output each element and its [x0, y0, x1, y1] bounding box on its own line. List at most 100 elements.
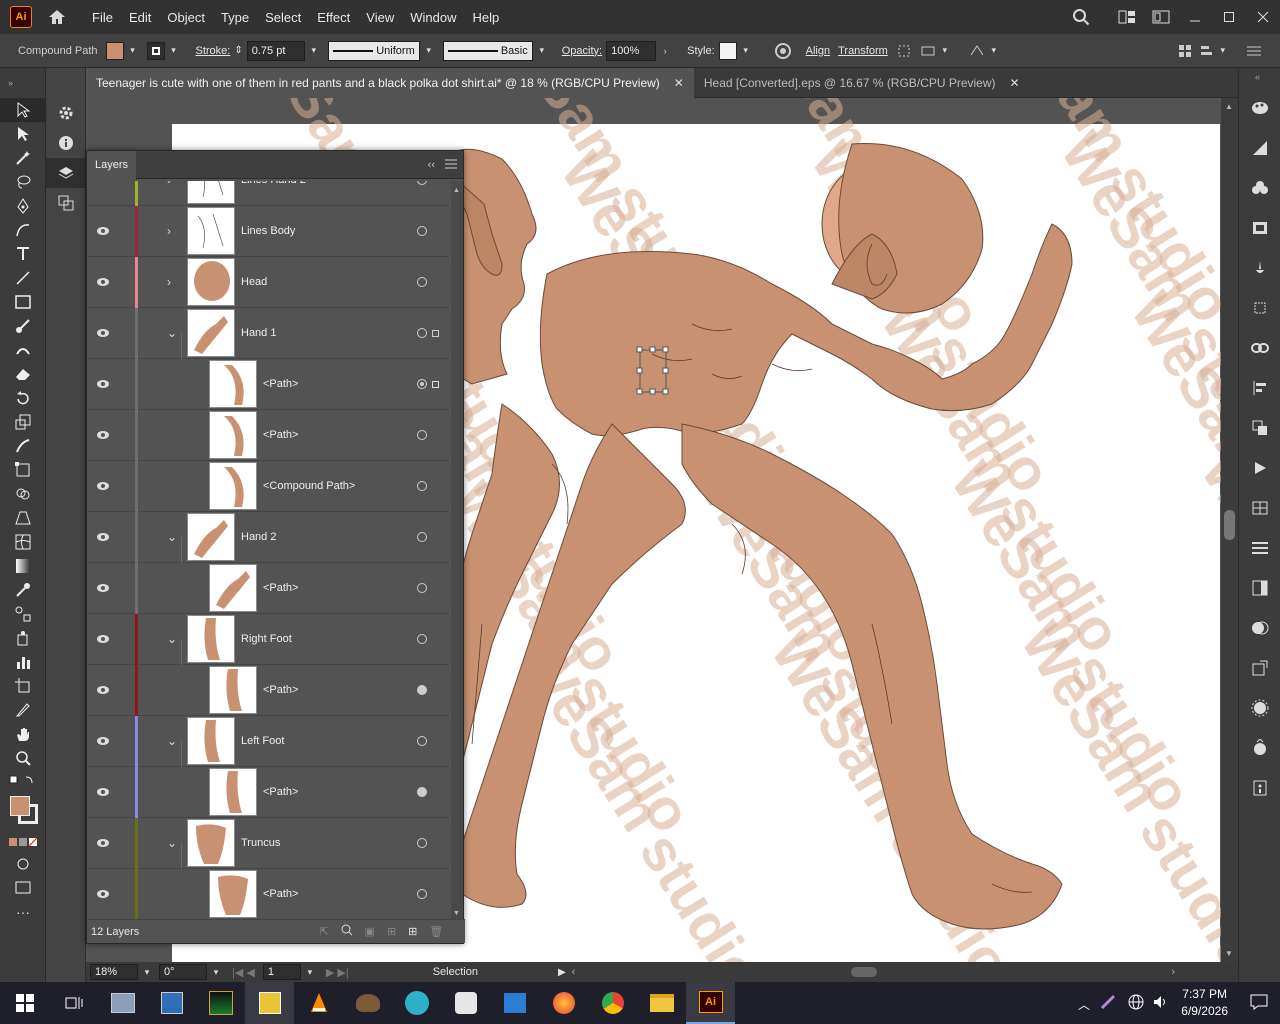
layer-row[interactable]: <Path> — [87, 563, 449, 614]
visibility-eye-icon[interactable] — [95, 631, 111, 647]
chevron-down-icon[interactable]: ⌄ — [167, 326, 179, 340]
target-circle-icon[interactable] — [417, 583, 427, 593]
illustrator-taskbar-icon[interactable]: Ai — [686, 982, 735, 1024]
chevron-down-icon[interactable]: ▾ — [423, 45, 435, 57]
scroll-left-icon[interactable]: ‹ — [572, 966, 576, 978]
distribute-icon[interactable]: ▾ — [920, 43, 951, 59]
snipping-tool-icon[interactable] — [147, 982, 196, 1024]
chevron-down-icon[interactable]: ▾ — [308, 45, 320, 57]
last-artboard-icon[interactable]: ▶ ▶| — [326, 966, 349, 979]
visibility-eye-icon[interactable] — [95, 529, 111, 545]
scroll-down-icon[interactable]: ▼ — [1225, 949, 1233, 958]
menu-select[interactable]: Select — [257, 10, 309, 25]
collapse-icon[interactable]: « — [1239, 68, 1280, 88]
target-circle-icon[interactable] — [417, 838, 427, 848]
zoom-tool-icon[interactable] — [0, 746, 46, 770]
transform-link[interactable]: Transform — [838, 45, 888, 57]
horizontal-scroll-thumb[interactable] — [851, 967, 878, 977]
layer-name[interactable]: <Compound Path> — [263, 480, 355, 492]
draw-mode-icon[interactable] — [0, 852, 46, 876]
target-circle-icon[interactable] — [417, 328, 427, 338]
visibility-eye-icon[interactable] — [95, 682, 111, 698]
menu-object[interactable]: Object — [159, 10, 213, 25]
info-icon[interactable] — [46, 128, 85, 158]
layer-row[interactable]: <Path> — [87, 869, 449, 920]
chevron-down-icon[interactable]: ▾ — [210, 966, 222, 978]
menu-type[interactable]: Type — [213, 10, 257, 25]
collapse-panel-icon[interactable]: ‹‹ — [428, 159, 435, 171]
panel-menu-icon[interactable] — [445, 158, 457, 172]
chevron-down-icon[interactable]: ▾ — [141, 966, 153, 978]
shape-builder-tool-icon[interactable] — [0, 482, 46, 506]
menu-window[interactable]: Window — [402, 10, 464, 25]
layers-tab[interactable]: Layers — [87, 150, 137, 179]
column-graph-tool-icon[interactable] — [0, 650, 46, 674]
chevron-down-icon[interactable]: ▾ — [536, 45, 548, 57]
opacity-label[interactable]: Opacity: — [562, 45, 602, 57]
swap-fill-stroke-icon[interactable] — [0, 770, 46, 792]
layers-scrollbar[interactable]: ▲ ▼ — [451, 181, 463, 921]
stroke-weight-field[interactable]: 0.75 pt — [246, 40, 305, 61]
direct-selection-tool-icon[interactable] — [0, 122, 46, 146]
character-icon[interactable] — [1239, 488, 1280, 528]
target-circle-icon[interactable] — [417, 430, 427, 440]
paintbrush-tool-icon[interactable] — [0, 314, 46, 338]
rotate-tool-icon[interactable] — [0, 386, 46, 410]
brush-definition[interactable]: Basic — [442, 40, 533, 61]
scroll-up-icon[interactable]: ▲ — [1225, 102, 1233, 111]
menu-edit[interactable]: Edit — [121, 10, 159, 25]
recolor-icon[interactable] — [774, 42, 792, 60]
menu-file[interactable]: File — [84, 10, 121, 25]
artboards-icon[interactable] — [46, 188, 85, 218]
lasso-tool-icon[interactable] — [0, 170, 46, 194]
layer-name[interactable]: <Path> — [263, 378, 298, 390]
scroll-right-icon[interactable]: › — [1171, 966, 1175, 978]
graphic-styles-icon[interactable] — [1239, 728, 1280, 768]
maximize-icon[interactable] — [1214, 2, 1244, 32]
shaper-tool-icon[interactable] — [0, 338, 46, 362]
close-tab-icon[interactable]: ✕ — [674, 76, 684, 90]
stroke-swatch[interactable] — [146, 41, 165, 60]
tray-chevron-icon[interactable]: ︿ — [1078, 996, 1090, 1013]
target-circle-icon[interactable] — [417, 685, 427, 695]
fill-stroke-indicator[interactable] — [0, 792, 45, 832]
menu-view[interactable]: View — [358, 10, 402, 25]
collect-for-export-icon[interactable]: ⇱ — [319, 925, 328, 938]
visibility-eye-icon[interactable] — [95, 274, 111, 290]
layer-row[interactable]: <Path> — [87, 359, 449, 410]
paragraph-icon[interactable] — [1239, 528, 1280, 568]
isolate-icon[interactable] — [896, 43, 912, 59]
chevron-right-icon[interactable]: › — [659, 45, 671, 57]
align-panel-icon[interactable]: ▾ — [1200, 44, 1229, 58]
appearance-icon[interactable] — [1239, 688, 1280, 728]
layer-row[interactable]: › Lines Hand 2 — [87, 181, 449, 206]
symbol-sprayer-tool-icon[interactable] — [0, 626, 46, 650]
layer-row[interactable]: ⌄ Right Foot — [87, 614, 449, 665]
visibility-eye-icon[interactable] — [95, 835, 111, 851]
status-menu-icon[interactable]: ▶ — [558, 967, 566, 978]
vertical-scrollbar[interactable]: ▲ ▼ — [1221, 98, 1238, 962]
gimp-icon[interactable] — [343, 982, 392, 1024]
chevron-down-icon[interactable]: ▾ — [127, 45, 139, 57]
tab-document-2[interactable]: Head [Converted].eps @ 16.67 % (RGB/CPU … — [694, 68, 1030, 98]
stroke-label[interactable]: Stroke: — [196, 45, 231, 57]
target-circle-icon[interactable] — [417, 736, 427, 746]
opacity-field[interactable]: 100% — [606, 40, 657, 61]
layer-name[interactable]: Truncus — [241, 837, 280, 849]
minimize-icon[interactable] — [1180, 2, 1210, 32]
color-guide-icon[interactable] — [1239, 128, 1280, 168]
search-icon[interactable] — [1066, 2, 1096, 32]
target-circle-icon[interactable] — [417, 889, 427, 899]
links-icon[interactable] — [1239, 328, 1280, 368]
curvature-tool-icon[interactable] — [0, 218, 46, 242]
artboard-number-field[interactable]: 1 — [262, 964, 301, 980]
vlc-icon[interactable] — [294, 982, 343, 1024]
fill-swatch[interactable] — [105, 41, 124, 60]
free-transform-tool-icon[interactable] — [0, 458, 46, 482]
eraser-tool-icon[interactable] — [0, 362, 46, 386]
image-viewer-icon[interactable] — [245, 982, 294, 1024]
layer-row[interactable]: ⌄ Truncus — [87, 818, 449, 869]
globe-icon[interactable] — [1128, 994, 1144, 1013]
chevron-down-icon[interactable]: ⌄ — [167, 734, 179, 748]
make-clipping-mask-icon[interactable]: ▣ — [365, 925, 375, 938]
